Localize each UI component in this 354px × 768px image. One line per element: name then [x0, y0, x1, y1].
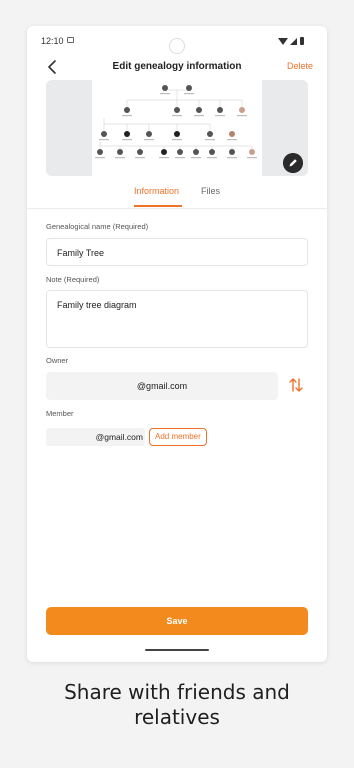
genealogical-name-label: Genealogical name (Required) — [46, 222, 149, 231]
tab-files[interactable]: Files — [201, 186, 220, 196]
battery-icon — [300, 37, 304, 45]
save-button[interactable]: Save — [46, 607, 308, 635]
caption-line-1: Share with friends and — [64, 680, 290, 704]
wifi-icon — [278, 38, 288, 45]
pencil-icon[interactable] — [283, 153, 303, 173]
note-label: Note (Required) — [46, 275, 100, 284]
phone-screen: 12:10 Edit genealogy information Delete — [27, 26, 327, 662]
app-bar: Edit genealogy information Delete — [27, 52, 327, 82]
tab-bar: Information Files — [27, 184, 327, 208]
active-tab-indicator — [134, 205, 182, 207]
note-field[interactable]: Family tree diagram — [46, 290, 308, 348]
owner-label: Owner — [46, 356, 69, 365]
home-indicator — [145, 649, 209, 651]
member-label: Member — [46, 409, 74, 418]
swap-icon[interactable] — [288, 376, 304, 394]
divider — [27, 208, 327, 209]
family-tree-diagram — [92, 80, 262, 176]
member-chip[interactable]: @gmail.com — [46, 428, 145, 446]
promo-caption: Share with friends and relatives — [0, 680, 354, 730]
signal-icon — [290, 38, 297, 45]
tab-information[interactable]: Information — [134, 186, 179, 196]
status-time: 12:10 — [41, 36, 64, 46]
page-title: Edit genealogy information — [112, 61, 242, 72]
caption-line-2: relatives — [134, 705, 220, 729]
screen-record-icon — [67, 37, 74, 43]
tree-preview-image[interactable] — [46, 80, 308, 176]
add-member-button[interactable]: Add member — [149, 428, 207, 446]
delete-button[interactable]: Delete — [287, 61, 313, 71]
owner-field[interactable]: @gmail.com — [46, 372, 278, 400]
genealogical-name-field[interactable]: Family Tree — [46, 238, 308, 266]
